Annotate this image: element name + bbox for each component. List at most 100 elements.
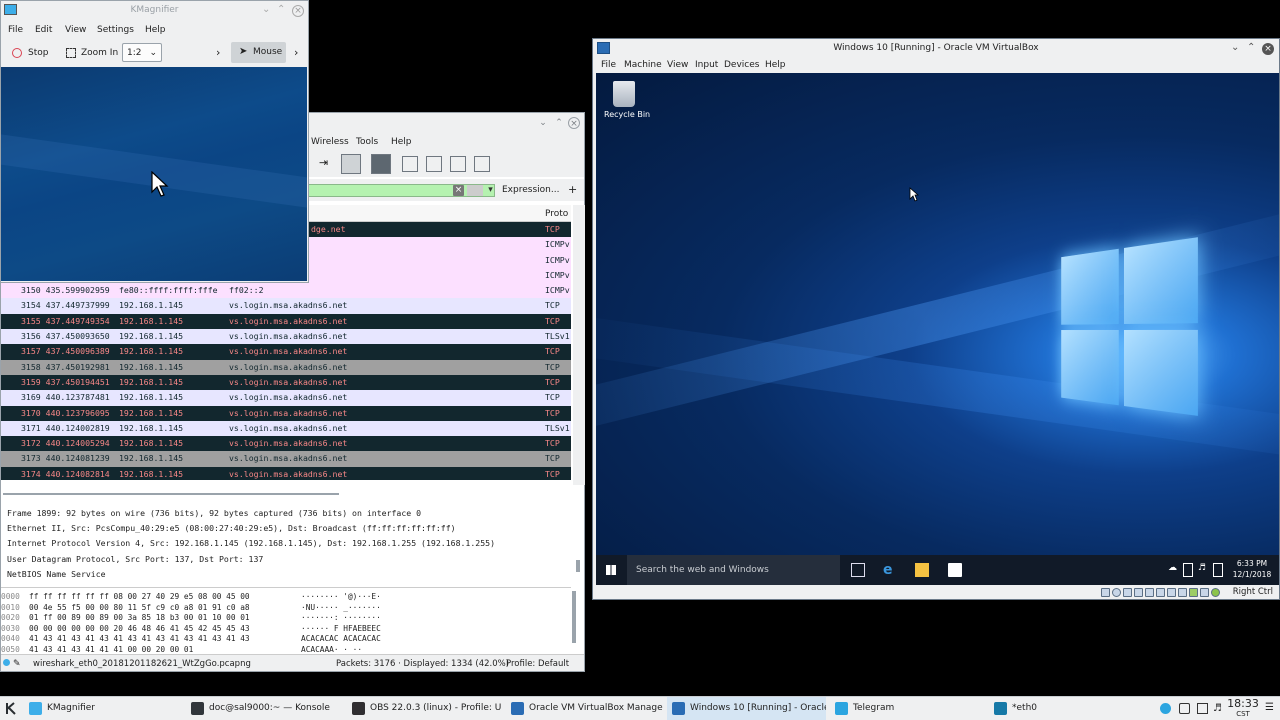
zoom-in-button[interactable]: Zoom In	[81, 43, 118, 63]
detail-ethernet[interactable]: Ethernet II, Src: PcsCompu_40:29:e5 (08:…	[7, 523, 456, 533]
guest-clock[interactable]: 6:33 PM 12/1/2018	[1228, 558, 1276, 580]
detail-frame[interactable]: Frame 1899: 92 bytes on wire (736 bits),…	[7, 508, 421, 518]
network-icon[interactable]	[1183, 563, 1193, 577]
clipboard-icon[interactable]	[1179, 703, 1190, 714]
packet-list-hscrollbar[interactable]	[1, 491, 571, 497]
zoom-out-icon[interactable]	[426, 156, 442, 172]
menu-edit[interactable]: Edit	[35, 25, 52, 35]
chevron-right-icon[interactable]: ›	[216, 43, 220, 63]
status-profile[interactable]: Profile: Default	[506, 659, 569, 669]
minimize-icon[interactable]: ⌄	[262, 5, 270, 15]
menu-file[interactable]: File	[601, 60, 616, 70]
packet-row[interactable]: 3155 437.449749354 192.168.1.145 vs.login.…	[1, 313, 571, 330]
stop-button[interactable]: Stop	[28, 43, 48, 63]
menu-machine[interactable]: Machine	[624, 60, 662, 70]
maximize-icon[interactable]: ⌃	[277, 5, 285, 15]
apply-filter-icon[interactable]	[467, 185, 483, 196]
minimize-icon[interactable]: ⌄	[537, 117, 549, 129]
action-center-icon[interactable]	[1213, 563, 1223, 577]
minimize-icon[interactable]: ⌄	[1231, 43, 1239, 53]
task-wireshark[interactable]: *eth0	[989, 697, 1129, 720]
go-last-icon[interactable]: ⇥	[319, 156, 335, 172]
menu-input[interactable]: Input	[695, 60, 718, 70]
packet-row[interactable]: 3169 440.123787481 192.168.1.145 vs.login.…	[1, 390, 571, 406]
panel-menu-icon[interactable]: ☰	[1265, 702, 1276, 713]
keyboard-capture-icon[interactable]	[1211, 588, 1220, 597]
application-launcher-icon[interactable]	[4, 701, 19, 716]
menu-help[interactable]: Help	[391, 137, 412, 147]
task-windows10-vm[interactable]: Windows 10 [Running] - Oracle ...	[667, 697, 826, 720]
clear-filter-icon[interactable]: ×	[453, 185, 464, 196]
task-konsole[interactable]: doc@sal9000:~ — Konsole	[186, 697, 343, 720]
shared-folders-icon[interactable]	[1156, 588, 1165, 597]
task-virtualbox-manager[interactable]: Oracle VM VirtualBox Manager	[506, 697, 663, 720]
optical-drive-icon[interactable]	[1112, 588, 1121, 597]
zoom-ratio-select[interactable]: 1:2 ⌄	[122, 43, 162, 62]
maximize-icon[interactable]: ⌃	[553, 117, 565, 129]
task-telegram[interactable]: Telegram	[830, 697, 985, 720]
expression-button[interactable]: Expression...	[502, 185, 559, 195]
task-obs[interactable]: OBS 22.0.3 (linux) - Profile: Unti...	[347, 697, 502, 720]
recycle-bin-desktop-icon[interactable]: Recycle Bin	[604, 81, 650, 119]
task-kmagnifier[interactable]: KMagnifier	[24, 697, 182, 720]
column-protocol[interactable]: Proto	[545, 209, 568, 219]
packet-row[interactable]: 3159 437.450194451 192.168.1.145 vs.login.…	[1, 374, 571, 391]
menu-view[interactable]: View	[667, 60, 688, 70]
close-icon[interactable]: ×	[568, 117, 580, 129]
menu-devices[interactable]: Devices	[724, 60, 759, 70]
packet-row[interactable]: 3150 435.599902959 fe80::ffff:ffff:fffe ff…	[1, 283, 571, 299]
chevron-right-icon[interactable]: ›	[294, 43, 298, 63]
hscroll-thumb[interactable]	[3, 493, 339, 495]
telegram-tray-icon[interactable]	[1160, 703, 1171, 714]
packet-row[interactable]: 3172 440.124005294 192.168.1.145 vs.login.…	[1, 436, 571, 452]
packet-row[interactable]: 3154 437.449737999 192.168.1.145 vs.login.…	[1, 298, 571, 314]
bytes-scrollbar[interactable]	[572, 591, 576, 643]
volume-icon[interactable]: ♬	[1198, 563, 1208, 577]
network-adapter-icon[interactable]	[1134, 588, 1143, 597]
mouse-integration-icon[interactable]	[1200, 588, 1209, 597]
menu-tools[interactable]: Tools	[356, 137, 378, 147]
add-filter-button[interactable]: +	[568, 183, 577, 196]
detail-ipv4[interactable]: Internet Protocol Version 4, Src: 192.16…	[7, 538, 495, 548]
resize-columns-icon[interactable]	[474, 156, 490, 172]
packet-list-scrollbar[interactable]	[573, 205, 585, 572]
filter-dropdown-icon[interactable]: ▾	[485, 185, 496, 196]
menu-file[interactable]: File	[8, 25, 23, 35]
close-icon[interactable]: ×	[1262, 43, 1274, 55]
network-icon[interactable]	[1197, 703, 1208, 714]
close-icon[interactable]: ×	[292, 5, 304, 17]
menu-wireless[interactable]: Wireless	[311, 137, 349, 147]
guest-start-button[interactable]	[596, 555, 626, 585]
packet-row[interactable]: 3174 440.124082814 192.168.1.145 vs.login.…	[1, 466, 571, 480]
follow-mouse-button[interactable]: ➤ Mouse	[231, 42, 286, 63]
packet-row[interactable]: 3170 440.123796095 192.168.1.145 vs.login.…	[1, 405, 571, 421]
detail-udp[interactable]: User Datagram Protocol, Src Port: 137, D…	[7, 554, 263, 564]
packet-row[interactable]: 3158 437.450192981 192.168.1.145 vs.login.…	[1, 359, 571, 375]
video-capture-icon[interactable]	[1178, 588, 1187, 597]
packet-row[interactable]: 3171 440.124002819 192.168.1.145 vs.login.…	[1, 420, 571, 437]
menu-view[interactable]: View	[65, 25, 86, 35]
task-view-icon[interactable]	[851, 563, 865, 577]
volume-icon[interactable]: ♬	[1213, 703, 1224, 714]
guest-search-box[interactable]: Search the web and Windows	[627, 555, 840, 585]
hard-disk-icon[interactable]	[1101, 588, 1110, 597]
packet-row[interactable]: 3156 437.450093650 192.168.1.145 vs.login.…	[1, 329, 571, 345]
edge-icon[interactable]: e	[883, 563, 897, 577]
guest-screen[interactable]: Recycle Bin Search the web and Windows e…	[596, 73, 1279, 585]
display-icon[interactable]	[1167, 588, 1176, 597]
usb-icon[interactable]	[1145, 588, 1154, 597]
magnified-view[interactable]	[1, 67, 307, 281]
audio-icon[interactable]	[1123, 588, 1132, 597]
file-explorer-icon[interactable]	[915, 563, 929, 577]
menu-help[interactable]: Help	[765, 60, 786, 70]
normal-size-icon[interactable]	[450, 156, 466, 172]
panel-clock[interactable]: 18:33 CST	[1226, 698, 1260, 719]
colorize-icon[interactable]	[371, 154, 391, 174]
autoscroll-icon[interactable]	[341, 154, 361, 174]
packet-row[interactable]: 3173 440.124081239 192.168.1.145 vs.login.…	[1, 451, 571, 467]
store-icon[interactable]	[948, 563, 962, 577]
menu-help[interactable]: Help	[145, 25, 166, 35]
detail-netbios[interactable]: NetBIOS Name Service	[7, 569, 106, 579]
edit-comment-icon[interactable]: ✎	[13, 659, 21, 669]
maximize-icon[interactable]: ⌃	[1247, 43, 1255, 53]
